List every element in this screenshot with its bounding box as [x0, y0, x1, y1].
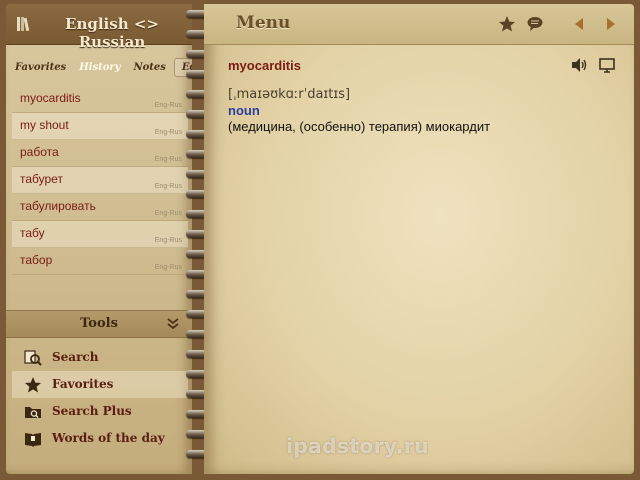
history-item[interactable]: табу Eng-Rus [12, 221, 188, 248]
right-panel: Menu myocarditis [ˌmaɪəʊkɑːrˈdaɪtɪs] nou… [204, 4, 634, 474]
entry-headword: myocarditis [228, 58, 301, 73]
history-item[interactable]: табурет Eng-Rus [12, 167, 188, 194]
history-direction: Eng-Rus [154, 156, 182, 163]
tools-title: Tools [80, 316, 118, 331]
history-direction: Eng-Rus [154, 210, 182, 217]
entry-transcription: [ˌmaɪəʊkɑːrˈdaɪtɪs] [228, 87, 351, 102]
search-icon [24, 350, 42, 366]
speaker-icon[interactable] [570, 56, 588, 74]
history-item[interactable]: myocarditis Eng-Rus [12, 86, 188, 113]
left-panel: English <> Russian Favorites History Not… [6, 4, 192, 474]
arrow-left-icon[interactable] [570, 15, 588, 33]
tab-bar: Favorites History Notes Edit [10, 54, 192, 80]
right-header: Menu [204, 4, 634, 45]
tool-search[interactable]: Search [12, 344, 188, 371]
tool-search-plus-label: Search Plus [52, 404, 132, 418]
tool-search-label: Search [52, 350, 99, 364]
tools-list: Search Favorites Search Plus Words of th… [12, 344, 188, 452]
history-direction: Eng-Rus [154, 102, 182, 109]
tool-words-of-the-day-label: Words of the day [52, 431, 165, 445]
star-icon [25, 377, 41, 393]
watermark: ipadstory.ru [286, 434, 429, 458]
entry-part-of-speech: noun [228, 103, 260, 118]
history-word: табу [20, 226, 45, 240]
history-word: my shout [20, 118, 69, 132]
history-word: работа [20, 145, 59, 159]
tools-header[interactable]: Tools [6, 310, 192, 338]
tab-notes[interactable]: Notes [128, 58, 170, 77]
history-word: табурет [20, 172, 63, 186]
history-direction: Eng-Rus [154, 264, 182, 271]
history-word: табулировать [20, 199, 96, 213]
history-item[interactable]: работа Eng-Rus [12, 140, 188, 167]
library-icon[interactable] [16, 16, 32, 32]
display-icon[interactable] [598, 56, 616, 74]
history-item[interactable]: табулировать Eng-Rus [12, 194, 188, 221]
tool-search-plus[interactable]: Search Plus [12, 398, 188, 425]
history-direction: Eng-Rus [154, 183, 182, 190]
tool-favorites-label: Favorites [52, 377, 114, 391]
star-icon[interactable] [498, 15, 516, 33]
words-of-the-day-icon [25, 433, 41, 447]
menu-title[interactable]: Menu [236, 13, 290, 33]
double-chevron-down-icon[interactable] [166, 317, 180, 331]
arrow-right-icon[interactable] [602, 15, 620, 33]
history-word: табор [20, 253, 53, 267]
search-plus-icon [25, 407, 41, 418]
entry-translation: (медицина, (особенно) терапия) миокардит [228, 119, 491, 134]
tab-history[interactable]: History [74, 58, 125, 77]
dictionary-title: English <> Russian [65, 15, 159, 51]
tab-favorites[interactable]: Favorites [10, 58, 71, 77]
history-list: myocarditis Eng-Rus my shout Eng-Rus раб… [12, 86, 188, 275]
history-direction: Eng-Rus [154, 237, 182, 244]
history-item[interactable]: табор Eng-Rus [12, 248, 188, 275]
tool-favorites[interactable]: Favorites [12, 371, 188, 398]
left-header: English <> Russian [6, 4, 192, 51]
tool-words-of-the-day[interactable]: Words of the day [12, 425, 188, 452]
history-direction: Eng-Rus [154, 129, 182, 136]
history-word: myocarditis [20, 91, 81, 105]
speech-bubble-icon[interactable] [526, 15, 544, 33]
history-item[interactable]: my shout Eng-Rus [12, 113, 188, 140]
